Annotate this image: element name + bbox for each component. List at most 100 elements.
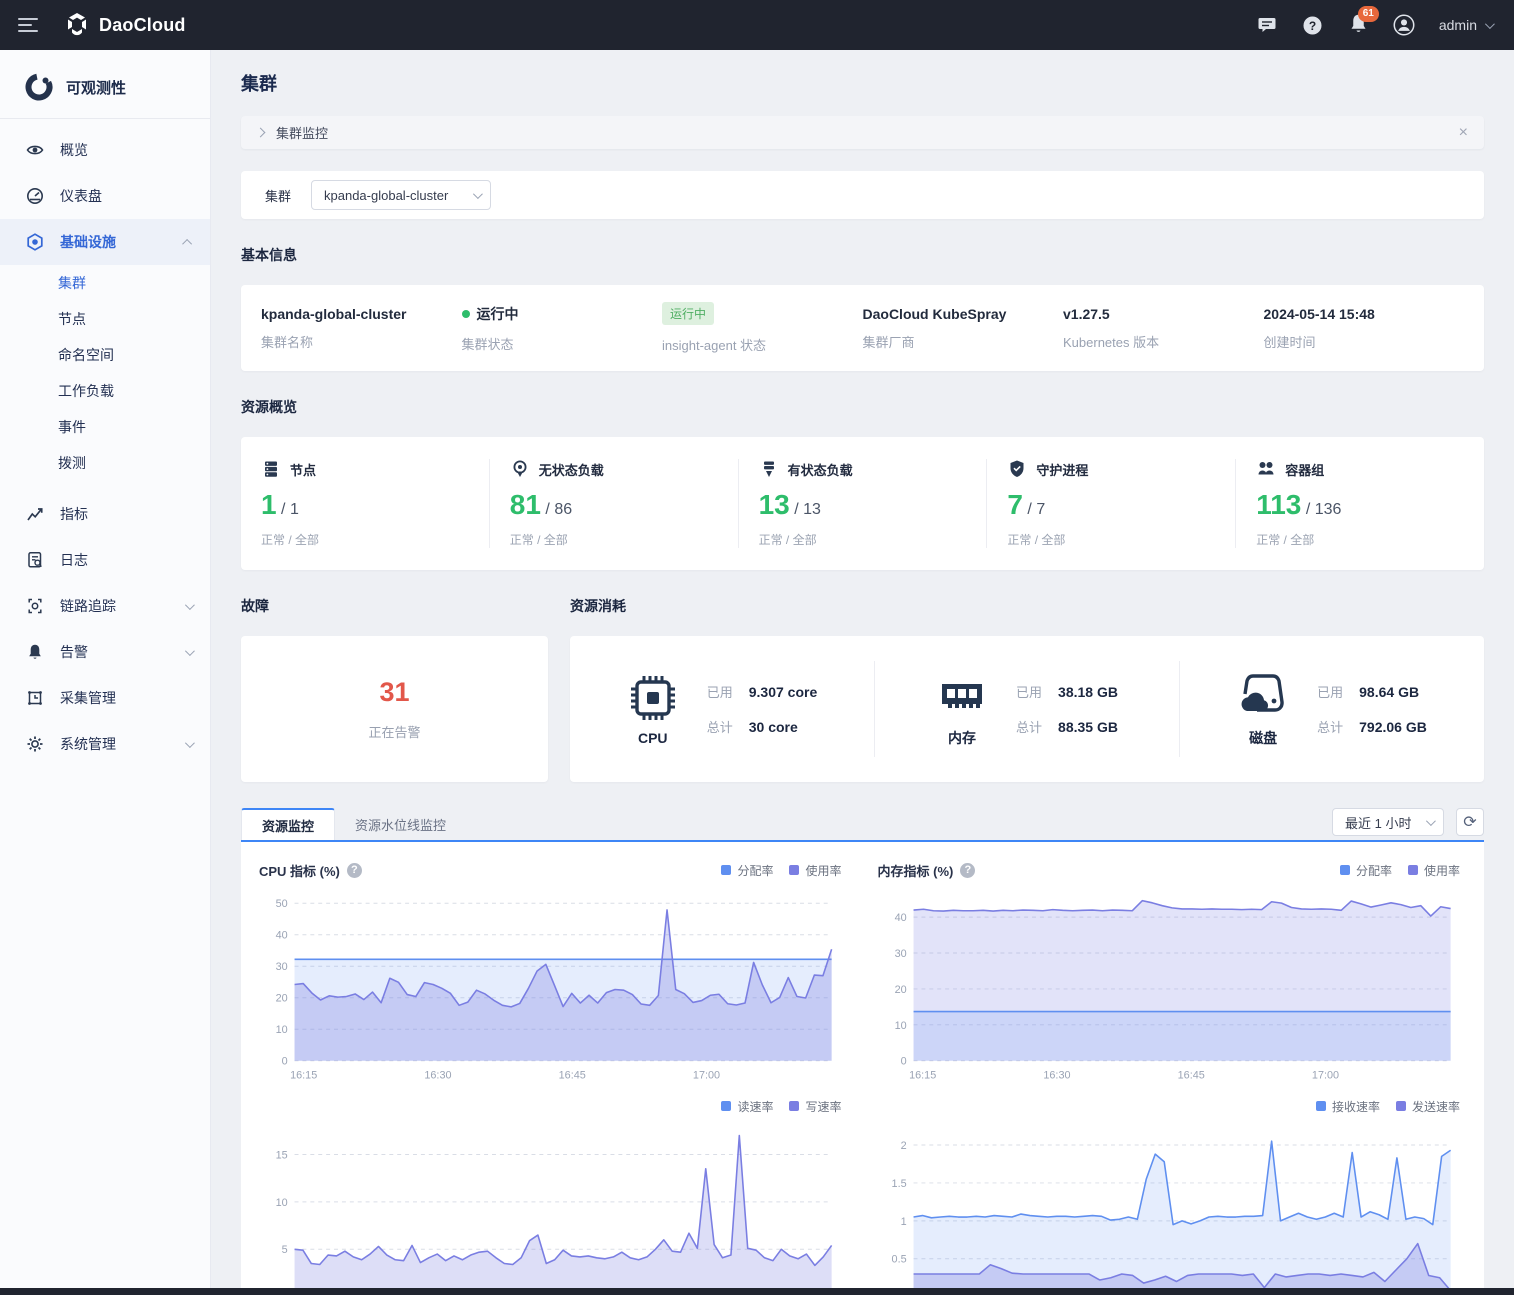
field-label: 集群状态 — [462, 334, 663, 353]
consumption-memory: 内存 已用38.18 GB 总计88.35 GB — [875, 661, 1180, 757]
basic-info-title: 基本信息 — [241, 245, 1484, 265]
alerting-caption: 正在告警 — [368, 722, 420, 741]
chat-icon[interactable] — [1256, 14, 1278, 36]
menu-toggle-icon[interactable] — [18, 14, 38, 36]
svg-text:30: 30 — [894, 948, 906, 960]
legend-item[interactable]: 写速率 — [789, 1098, 841, 1115]
notification-count-badge: 61 — [1358, 6, 1379, 22]
svg-text:0: 0 — [282, 1056, 288, 1068]
daemon-shield-icon — [1007, 459, 1027, 479]
legend-item[interactable]: 分配率 — [1340, 862, 1392, 879]
memory-chart-plot: 01020304016:1516:3016:4517:00 — [878, 882, 1461, 1084]
overview-name: 无状态负载 — [539, 460, 604, 479]
separator: / — [545, 501, 549, 518]
separator: / — [794, 501, 798, 518]
sidebar-item-alerting[interactable]: 告警 — [0, 629, 210, 675]
time-range-select[interactable]: 最近 1 小时 — [1332, 808, 1444, 836]
legend-item[interactable]: 分配率 — [721, 862, 773, 879]
field-value: 运行中 — [477, 304, 519, 324]
consumption-cpu: CPU 已用9.307 core 总计30 core — [570, 661, 875, 757]
overview-ok-count: 81 — [510, 489, 541, 520]
sidebar-item-metrics[interactable]: 指标 — [0, 491, 210, 537]
legend-item[interactable]: 接收速率 — [1316, 1098, 1380, 1115]
overview-caption: 正常 / 全部 — [759, 531, 987, 548]
legend-item[interactable]: 读速率 — [721, 1098, 773, 1115]
used-label: 已用 — [1016, 682, 1042, 701]
legend-item[interactable]: 使用率 — [1408, 862, 1460, 879]
collection-icon — [26, 689, 44, 707]
sidebar-subitem-label: 命名空间 — [58, 345, 114, 365]
gauge-icon — [26, 187, 44, 205]
help-icon[interactable]: ? — [347, 863, 362, 878]
overview-name: 有状态负载 — [788, 460, 853, 479]
svg-text:40: 40 — [894, 912, 906, 924]
tab-waterline-monitor[interactable]: 资源水位线监控 — [335, 808, 466, 840]
sidebar-item-infrastructure[interactable]: 基础设施 — [0, 219, 210, 265]
field-label: 集群厂商 — [863, 332, 1064, 351]
overview-caption: 正常 / 全部 — [1007, 531, 1235, 548]
field-value: v1.27.5 — [1063, 306, 1264, 322]
chart-legend: 接收速率 发送速率 — [1316, 1098, 1460, 1115]
cluster-select[interactable]: kpanda-global-cluster — [311, 180, 491, 210]
chart-title: CPU 指标 (%) — [259, 861, 340, 880]
admin-label: admin — [1439, 17, 1477, 33]
sidebar-item-label: 基础设施 — [60, 232, 169, 252]
overview-name: 节点 — [290, 460, 316, 479]
sidebar-item-label: 仪表盘 — [60, 186, 192, 206]
consumption-name: 内存 — [948, 728, 976, 748]
status-badge: 运行中 — [662, 302, 714, 325]
sidebar-subitem-node[interactable]: 节点 — [0, 301, 210, 337]
stateful-workload-icon — [759, 459, 779, 479]
cluster-select-value: kpanda-global-cluster — [324, 188, 448, 203]
sidebar-subitem-namespace[interactable]: 命名空间 — [0, 337, 210, 373]
brand-logo[interactable]: DaoCloud — [64, 12, 186, 38]
sidebar-subitem-label: 事件 — [58, 417, 86, 437]
sidebar-item-logs[interactable]: 日志 — [0, 537, 210, 583]
sidebar-item-system[interactable]: 系统管理 — [0, 721, 210, 767]
help-icon[interactable]: ? — [960, 863, 975, 878]
field-value: 2024-05-14 15:48 — [1264, 306, 1465, 322]
overview-total-count: 136 — [1315, 501, 1342, 518]
svg-text:16:15: 16:15 — [909, 1069, 936, 1081]
overview-ok-count: 113 — [1256, 489, 1301, 520]
app-root: DaoCloud ? 61 admin — [0, 0, 1514, 1295]
sidebar-item-tracing[interactable]: 链路追踪 — [0, 583, 210, 629]
used-value: 9.307 core — [749, 684, 818, 700]
tab-resource-monitor[interactable]: 资源监控 — [241, 808, 335, 840]
bottom-bar — [0, 1288, 1514, 1295]
refresh-button[interactable]: ⟳ — [1456, 808, 1484, 836]
divider — [0, 118, 210, 119]
pods-group-icon — [1256, 459, 1276, 479]
sidebar-subitem-workload[interactable]: 工作负载 — [0, 373, 210, 409]
svg-text:16:30: 16:30 — [1043, 1069, 1070, 1081]
field-agent-status: 运行中 insight-agent 状态 — [662, 302, 863, 354]
field-value: DaoCloud KubeSpray — [863, 306, 1064, 322]
faults-card: 31 正在告警 — [241, 636, 548, 782]
sidebar-subitem-probe[interactable]: 拨测 — [0, 445, 210, 481]
consumption-card: CPU 已用9.307 core 总计30 core — [570, 636, 1484, 782]
overview-name: 容器组 — [1285, 460, 1324, 479]
sidebar-item-collection[interactable]: 采集管理 — [0, 675, 210, 721]
sidebar-item-dashboard[interactable]: 仪表盘 — [0, 173, 210, 219]
chevron-right-icon[interactable] — [256, 128, 266, 138]
admin-menu[interactable]: admin — [1439, 17, 1492, 33]
sidebar-subitem-cluster[interactable]: 集群 — [0, 265, 210, 301]
overview-stateless: 无状态负载 81 / 86 正常 / 全部 — [490, 459, 739, 548]
legend-item[interactable]: 发送速率 — [1396, 1098, 1460, 1115]
overview-nodes: 节点 1 / 1 正常 / 全部 — [241, 459, 490, 548]
sidebar-title: 可观测性 — [66, 77, 126, 98]
help-icon[interactable]: ? — [1302, 14, 1324, 36]
sidebar: 可观测性 概览 仪表盘 基础设施 集群 节点 命名空间 工作负载 事件 拨测 — [0, 50, 211, 1295]
sidebar-item-label: 概览 — [60, 140, 192, 160]
close-icon[interactable]: × — [1459, 125, 1468, 141]
sidebar-subitem-event[interactable]: 事件 — [0, 409, 210, 445]
notifications-bell-icon[interactable]: 61 — [1348, 13, 1369, 37]
sidebar-item-overview[interactable]: 概览 — [0, 127, 210, 173]
alert-bell-icon — [26, 643, 44, 661]
legend-item[interactable]: 使用率 — [789, 862, 841, 879]
node-server-icon — [261, 459, 281, 479]
cpu-metrics-chart: CPU 指标 (%) ? 分配率 使用率 0102030405016:1516:… — [259, 858, 842, 1084]
consumption-name: 磁盘 — [1249, 728, 1277, 748]
avatar[interactable] — [1393, 14, 1415, 36]
tab-label: 资源监控 — [262, 816, 314, 835]
